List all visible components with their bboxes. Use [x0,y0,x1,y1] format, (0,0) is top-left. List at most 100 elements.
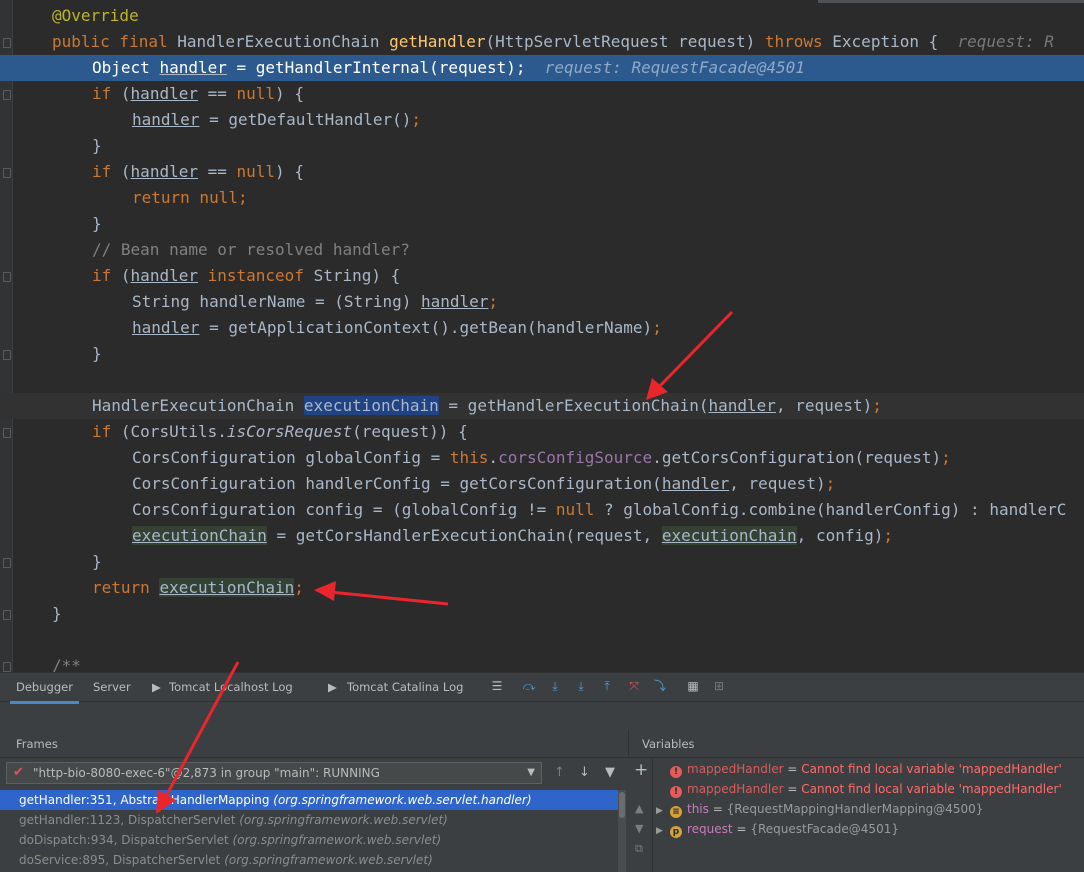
frame-item[interactable]: doDispatch:934, DispatcherServlet (org.s… [0,830,618,850]
code-line-11[interactable]: if (handler instanceof String) { [0,263,1084,289]
expand-triangle-icon[interactable]: ▶ [656,821,670,841]
thread-selector[interactable]: ✔ "http-bio-8080-exec-6"@2,873 in group … [6,762,542,784]
up-icon[interactable]: ▲ [635,802,643,815]
code-line-20[interactable]: executionChain = getCorsHandlerExecution… [0,523,1084,549]
semicolon: ; [941,448,951,467]
code-token: String handlerName = (String) [132,292,421,311]
execution-chain-variable: executionChain [132,526,267,545]
console-icon: ▶ [152,680,161,694]
variable-value: Cannot find local variable 'mappedHandle… [801,782,1062,796]
code-line-13[interactable]: handler = getApplicationContext().getBea… [0,315,1084,341]
equals: = [783,782,802,796]
return-statement: return null; [132,188,248,207]
code-line-1[interactable]: @Override [0,3,1084,29]
throws-keyword: throws [764,32,833,51]
code-line-15[interactable]: HandlerExecutionChain executionChain = g… [0,393,1084,419]
add-watch-icon[interactable]: + [634,760,648,780]
code-token: . [488,448,499,467]
code-line-21[interactable]: } [0,549,1084,575]
frame-item[interactable]: doService:895, DispatcherServlet (org.sp… [0,850,618,870]
code-token: (CorsUtils. [120,422,227,441]
fold-marker-icon[interactable] [3,558,11,568]
code-line-8[interactable]: return null; [0,185,1084,211]
step-out-icon[interactable]: ⤒ [600,679,614,693]
code-token: CorsConfiguration globalConfig = [132,448,450,467]
console-icon: ▶ [328,680,337,694]
fold-marker-icon[interactable] [3,90,11,100]
fold-marker-icon[interactable] [3,428,11,438]
code-line-5[interactable]: handler = getDefaultHandler(); [0,107,1084,133]
fold-marker-icon[interactable] [3,662,11,672]
code-line-7[interactable]: if (handler == null) { [0,159,1084,185]
execution-point-line[interactable]: Object handler = getHandlerInternal(requ… [0,55,1084,81]
brace: } [92,344,102,363]
keyword: if [92,266,121,285]
step-into-icon[interactable]: ⤓ [548,679,562,693]
arrow-up-icon[interactable]: ↑ [554,765,565,780]
handler-variable: handler [130,162,198,181]
code-token: Object [92,58,160,77]
trace-icon[interactable]: ⊞ [712,679,726,693]
step-over-icon[interactable]: ⤼ [522,679,536,693]
frame-item-selected[interactable]: getHandler:351, AbstractHandlerMapping (… [0,790,618,810]
code-token: ( [120,84,131,103]
code-line-4[interactable]: if (handler == null) { [0,81,1084,107]
frame-package: (org.springframework.web.servlet.handler… [273,793,532,807]
expand-triangle-icon[interactable]: ▶ [656,801,670,821]
code-token: (request)) { [352,422,468,441]
fold-marker-icon[interactable] [3,38,11,48]
copy-icon[interactable]: ⧉ [635,842,643,856]
tab-server[interactable]: Server [93,673,131,701]
fold-marker-icon[interactable] [3,350,11,360]
code-line-24[interactable]: /** [0,653,1084,672]
handler-variable: handler [708,396,776,415]
code-line-18[interactable]: CorsConfiguration handlerConfig = getCor… [0,471,1084,497]
frames-scrollbar[interactable] [618,790,626,872]
fold-marker-icon[interactable] [3,610,11,620]
keyword: if [92,84,121,103]
frame-item[interactable]: getHandler:1123, DispatcherServlet (org.… [0,810,618,830]
code-line-9[interactable]: } [0,211,1084,237]
code-line-16[interactable]: if (CorsUtils.isCorsRequest(request)) { [0,419,1084,445]
variable-row[interactable]: ! mappedHandler = Cannot find local varia… [656,759,1062,779]
variables-header: Variables [628,730,1084,758]
exception-type: Exception { [832,32,939,51]
run-to-cursor-icon[interactable]: ⤵ [653,679,667,693]
code-line-2[interactable]: public final HandlerExecutionChain getHa… [0,29,1084,55]
variable-row[interactable]: ▶ ≡ this = {RequestMappingHandlerMapping@4… [656,799,983,819]
down-icon[interactable]: ▼ [635,822,643,835]
variable-row[interactable]: ! mappedHandler = Cannot find local varia… [656,779,1062,799]
code-line-10[interactable]: // Bean name or resolved handler? [0,237,1084,263]
fold-marker-icon[interactable] [3,272,11,282]
tab-tomcat-localhost-log[interactable]: Tomcat Localhost Log [169,673,293,701]
code-line-22[interactable]: return executionChain; [0,575,1084,601]
inline-debug-hint: request: R [957,32,1054,51]
code-line-14[interactable]: } [0,341,1084,367]
brace: } [52,604,62,623]
evaluate-icon[interactable]: ▦ [686,679,700,693]
arrow-down-icon[interactable]: ↓ [579,765,590,780]
debugger-panel: Debugger Server ▶ Tomcat Localhost Log ▶… [0,672,1084,872]
code-line-17[interactable]: CorsConfiguration globalConfig = this.co… [0,445,1084,471]
variable-row[interactable]: ▶ p request = {RequestFacade@4501} [656,819,899,839]
code-line-6[interactable]: } [0,133,1084,159]
show-execution-point-icon[interactable]: ☰ [490,679,504,693]
force-step-into-icon[interactable]: ⤓ [574,679,588,693]
code-line-12[interactable]: String handlerName = (String) handler; [0,289,1084,315]
code-line-19[interactable]: CorsConfiguration config = (globalConfig… [0,497,1084,523]
tab-tomcat-catalina-log[interactable]: Tomcat Catalina Log [347,673,463,701]
tab-debugger[interactable]: Debugger [10,673,79,704]
filter-icon[interactable]: ▼ [605,765,615,780]
keyword: null [236,162,276,181]
code-token: = getApplicationContext().getBean(handle… [199,318,653,337]
brace: } [92,552,102,571]
frame-method: getHandler:351, AbstractHandlerMapping [19,793,274,807]
fold-marker-icon[interactable] [3,168,11,178]
chevron-down-icon[interactable]: ▼ [527,763,535,783]
field: corsConfigSource [498,448,653,467]
code-line-23[interactable]: } [0,601,1084,627]
scrollbar-thumb[interactable] [619,792,625,818]
drop-frame-icon[interactable]: ⤧ [627,679,641,693]
code-editor[interactable]: @Override public final HandlerExecutionC… [0,0,1084,672]
params: (HttpServletRequest request) [485,32,765,51]
